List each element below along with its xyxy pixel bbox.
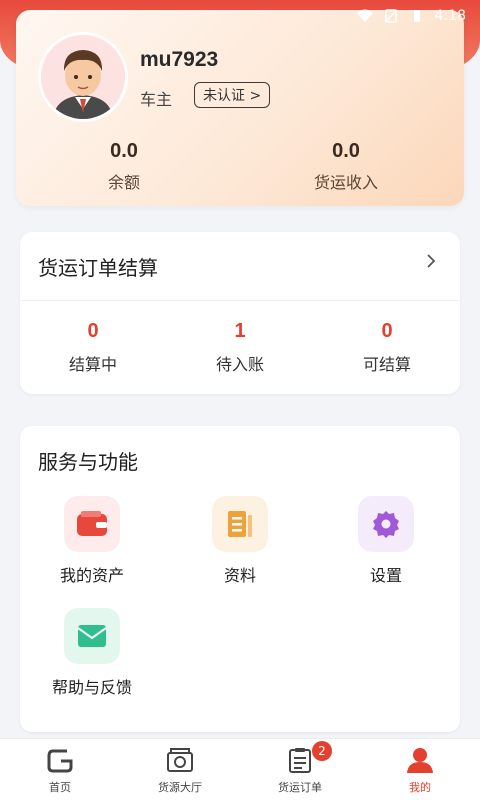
freight-income-value: 0.0 (332, 140, 360, 162)
order-icon (289, 748, 311, 773)
settleable-count: 0 (381, 320, 393, 342)
tab-mine[interactable]: 我的 (360, 739, 480, 800)
service-documents-label: 资料 (223, 566, 256, 585)
order-count-badge: 2 (312, 741, 332, 761)
tab-freight-orders-label: 货运订单 (278, 781, 322, 794)
tab-cargo-hall[interactable]: 货源大厅 (120, 739, 240, 800)
settling-item[interactable]: 0 结算中 (20, 320, 166, 375)
username: mu7923 (140, 48, 219, 71)
wallet-icon (64, 496, 120, 552)
chevron-right-icon[interactable] (424, 254, 438, 268)
profile-card: mu7923 车主 未认证 > 0.0 余额 0.0 货运收入 (16, 10, 464, 206)
settlement-title: 货运订单结算 (38, 256, 158, 280)
status-time: 4:18 (434, 8, 466, 24)
services-title: 服务与功能 (38, 450, 138, 474)
balance-stat[interactable]: 0.0 余额 (44, 140, 204, 193)
settleable-item[interactable]: 0 可结算 (314, 320, 460, 375)
feedback-icon (64, 608, 120, 664)
role-label: 车主 (140, 90, 173, 109)
service-help-feedback[interactable]: 帮助与反馈 (32, 608, 152, 698)
home-icon (47, 749, 73, 773)
balance-value: 0.0 (110, 140, 138, 162)
balance-label: 余额 (107, 173, 140, 192)
battery-icon (413, 10, 420, 22)
settleable-label: 可结算 (362, 355, 411, 374)
tab-home-label: 首页 (49, 781, 71, 794)
tab-home[interactable]: 首页 (0, 739, 120, 800)
tab-freight-orders[interactable]: 2 货运订单 (240, 739, 360, 800)
pending-item[interactable]: 1 待入账 (167, 320, 313, 375)
service-my-assets[interactable]: 我的资产 (32, 496, 152, 586)
gear-icon (358, 496, 414, 552)
service-documents[interactable]: 资料 (180, 496, 300, 586)
status-bar: 4:18 (0, 0, 480, 32)
service-my-assets-label: 我的资产 (59, 566, 124, 585)
avatar-illustration (41, 35, 125, 119)
profile-icon (407, 748, 433, 773)
services-card: 服务与功能 我的资产 资料 设置 帮助与反馈 (20, 426, 460, 732)
bottom-tab-bar: 首页 货源大厅 2 货运订单 我的 (0, 738, 480, 800)
settling-label: 结算中 (68, 355, 117, 374)
wifi-icon (356, 9, 373, 22)
service-help-feedback-label: 帮助与反馈 (51, 678, 132, 697)
freight-income-label: 货运收入 (313, 173, 378, 192)
service-settings[interactable]: 设置 (326, 496, 446, 586)
settlement-card: 货运订单结算 0 结算中 1 待入账 0 可结算 (20, 232, 460, 394)
verify-status-button[interactable]: 未认证 > (194, 82, 271, 108)
pending-count: 1 (234, 320, 246, 342)
document-icon (212, 496, 268, 552)
tab-cargo-hall-label: 货源大厅 (158, 781, 202, 794)
no-sim-icon (384, 9, 398, 23)
pending-label: 待入账 (215, 355, 264, 374)
tab-mine-label: 我的 (409, 781, 431, 794)
service-settings-label: 设置 (369, 566, 402, 585)
divider (20, 300, 460, 301)
cargo-hall-icon (167, 748, 193, 772)
settling-count: 0 (87, 320, 99, 342)
avatar[interactable] (38, 32, 128, 122)
freight-income-stat[interactable]: 0.0 货运收入 (266, 140, 426, 193)
